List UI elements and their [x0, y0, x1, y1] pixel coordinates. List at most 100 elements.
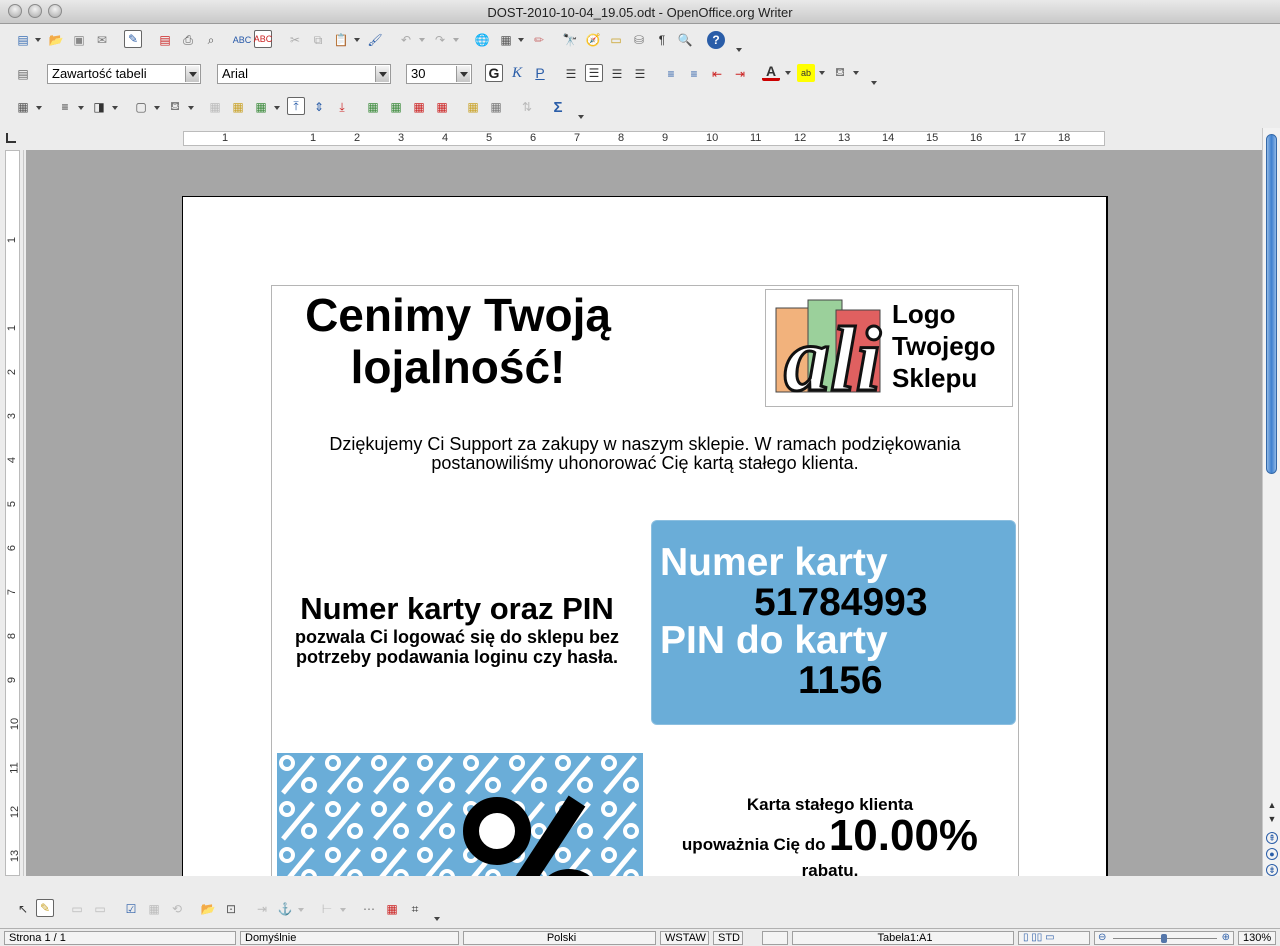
page-indicator[interactable]: Strona 1 / 1	[4, 931, 236, 945]
italic-button[interactable]: K	[508, 64, 526, 82]
help-icon[interactable]: ?	[707, 31, 725, 49]
logo-box[interactable]: ali Logo Twojego Sklepu	[765, 289, 1013, 407]
delete-columns-icon[interactable]: ▦	[433, 98, 451, 116]
bold-button[interactable]: G	[485, 64, 503, 82]
justify-icon[interactable]: ☰	[631, 65, 649, 83]
open-folder-icon[interactable]: 📂	[199, 900, 217, 918]
scroll-up-icon[interactable]: ▲	[1266, 800, 1278, 812]
language-indicator[interactable]: Polski	[463, 931, 656, 945]
export-pdf-icon[interactable]: ▤	[156, 31, 174, 49]
underline-button[interactable]: P	[531, 64, 549, 82]
previous-page-icon[interactable]: ⇞	[1266, 832, 1278, 844]
insert-frame-icon[interactable]: ▭	[68, 900, 86, 918]
align-bottom-icon[interactable]: ⤓	[333, 98, 351, 116]
redo-icon[interactable]: ↷	[431, 31, 449, 49]
borders-icon[interactable]: ▢	[132, 98, 150, 116]
crop-icon[interactable]: ⌗	[406, 900, 424, 918]
border-color-icon[interactable]: ◨	[90, 98, 108, 116]
edit-points-icon[interactable]: ✎	[36, 899, 54, 917]
merge-cells-icon[interactable]: ▦	[206, 98, 224, 116]
zoom-slider[interactable]: ⊖ ⊕	[1094, 931, 1234, 945]
highlight-dropdown-icon[interactable]	[819, 71, 825, 75]
font-color-dropdown-icon[interactable]	[785, 71, 791, 75]
gallery-icon[interactable]: ▭	[607, 31, 625, 49]
cell-background-dropdown-icon[interactable]	[188, 106, 194, 110]
paste-dropdown-icon[interactable]	[354, 38, 360, 42]
wrap-icon[interactable]: ⟲	[168, 900, 186, 918]
anchor-dropdown-icon[interactable]	[298, 908, 304, 912]
format-paintbrush-icon[interactable]: 🖌	[366, 31, 384, 49]
chevron-down-icon[interactable]	[375, 66, 389, 82]
tab-stop-icon[interactable]	[6, 133, 16, 143]
show-draw-functions-icon[interactable]: ✏	[530, 31, 548, 49]
sum-icon[interactable]: Σ	[549, 98, 567, 116]
spellcheck-icon[interactable]: ABC	[233, 31, 252, 49]
decrease-indent-icon[interactable]: ⇤	[708, 65, 726, 83]
table-dropdown-icon[interactable]	[36, 106, 42, 110]
line-style-icon[interactable]: ≡	[56, 98, 74, 116]
align-top-icon[interactable]: ⤒	[287, 97, 305, 115]
find-replace-icon[interactable]: 🔭	[561, 31, 579, 49]
styles-formatting-icon[interactable]: ▤	[14, 65, 32, 83]
vertical-ruler[interactable]: 1 1 2 3 4 5 6 7 8 9 10 11 12 13	[0, 150, 24, 876]
font-name-select[interactable]: Arial	[217, 64, 391, 84]
align-objects-dropdown-icon[interactable]	[340, 908, 346, 912]
text-box-icon[interactable]: ⊡	[222, 900, 240, 918]
new-document-icon[interactable]: ▤	[14, 31, 32, 49]
table-icon[interactable]: ▦	[14, 98, 32, 116]
toolbar-overflow-icon[interactable]	[871, 81, 877, 85]
zoom-out-icon[interactable]: ⊖	[1098, 932, 1106, 944]
chevron-down-icon[interactable]	[185, 66, 199, 82]
table-properties-icon[interactable]: ▦	[487, 98, 505, 116]
navigation-icon[interactable]: ●	[1266, 848, 1278, 860]
new-dropdown-icon[interactable]	[35, 38, 41, 42]
bullets-icon[interactable]: ≡	[685, 65, 703, 83]
background-color-dropdown-icon[interactable]	[853, 71, 859, 75]
open-icon[interactable]: 📂	[47, 31, 65, 49]
horizontal-ruler[interactable]: 1 1 2 3 4 5 6 7 8 9 10 11 12 13 14 15 16 17 18	[0, 128, 1262, 150]
data-sources-icon[interactable]: ⛁	[630, 31, 648, 49]
background-color-icon[interactable]: ⛾	[831, 64, 849, 82]
save-icon[interactable]: ▣	[70, 31, 88, 49]
undo-dropdown-icon[interactable]	[419, 38, 425, 42]
print-icon[interactable]: ⎙	[179, 31, 197, 49]
font-size-select[interactable]: 30	[406, 64, 472, 84]
borders-dropdown-icon[interactable]	[154, 106, 160, 110]
line-style-dropdown-icon[interactable]	[78, 106, 84, 110]
increase-indent-icon[interactable]: ⇥	[731, 65, 749, 83]
scroll-down-icon[interactable]: ▼	[1266, 814, 1278, 826]
numbering-icon[interactable]: ≡	[662, 65, 680, 83]
zoom-in-icon[interactable]: ⊕	[1222, 932, 1230, 944]
cell-background-icon[interactable]: ⛾	[166, 98, 184, 116]
optimize-dropdown-icon[interactable]	[274, 106, 280, 110]
page-style-indicator[interactable]: Domyślnie	[240, 931, 459, 945]
frame-properties-icon[interactable]: ▦	[145, 900, 163, 918]
zoom-handle[interactable]	[1161, 934, 1167, 943]
toolbar-overflow-icon[interactable]	[578, 115, 584, 119]
toolbar-overflow-icon[interactable]	[736, 48, 742, 52]
chevron-down-icon[interactable]	[456, 66, 470, 82]
insert-fields-icon[interactable]: ▭	[91, 900, 109, 918]
vertical-scrollbar[interactable]: ▲ ▼ ⇞ ● ⇟	[1262, 128, 1280, 876]
paragraph-style-select[interactable]: Zawartość tabeli	[47, 64, 201, 84]
center-vertically-icon[interactable]: ⇕	[310, 98, 328, 116]
copy-icon[interactable]: ⧉	[309, 31, 327, 49]
selection-mode-indicator[interactable]: STD	[713, 931, 743, 945]
zoom-icon[interactable]: 🔍	[676, 31, 694, 49]
table-icon[interactable]: ▦	[497, 31, 515, 49]
insert-columns-icon[interactable]: ▦	[387, 98, 405, 116]
align-center-icon[interactable]: ☰	[585, 64, 603, 82]
insert-rows-icon[interactable]: ▦	[364, 98, 382, 116]
optimize-icon[interactable]: ▦	[252, 98, 270, 116]
select-pointer-icon[interactable]: ↖	[14, 900, 32, 918]
document-page[interactable]: Cenimy Twoją lojalność! ali Logo Twojego…	[182, 196, 1108, 876]
align-right-icon[interactable]: ☰	[608, 65, 626, 83]
border-color-dropdown-icon[interactable]	[112, 106, 118, 110]
form-design-icon[interactable]: ☑	[122, 900, 140, 918]
grid-icon[interactable]: ⋯	[360, 900, 378, 918]
highlight-icon[interactable]: ab	[797, 64, 815, 82]
toolbar-overflow-icon[interactable]	[434, 917, 440, 921]
anchor-icon[interactable]: ⚓	[276, 900, 294, 918]
snap-icon[interactable]: ▦	[383, 900, 401, 918]
insert-mode-indicator[interactable]: WSTAW	[660, 931, 709, 945]
